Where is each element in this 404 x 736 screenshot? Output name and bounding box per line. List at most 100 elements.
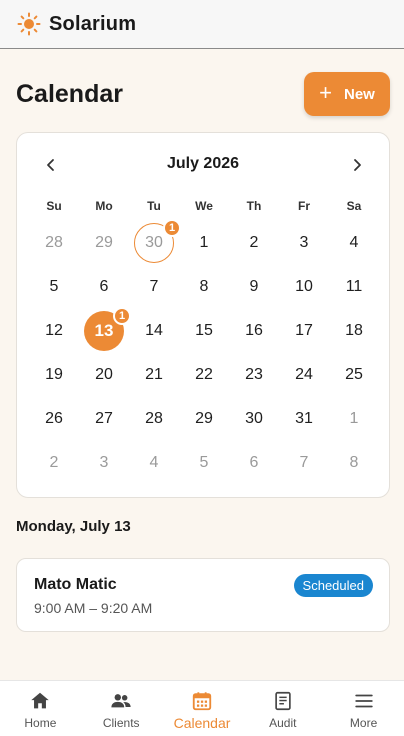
day-number: 4	[349, 234, 359, 251]
calendar-day[interactable]: 2	[29, 441, 79, 485]
nav-more[interactable]: More	[323, 681, 404, 736]
nav-home[interactable]: Home	[0, 681, 81, 736]
calendar-day[interactable]: 14	[129, 309, 179, 353]
calendar-day[interactable]: 5	[29, 265, 79, 309]
day-number: 2	[49, 454, 59, 471]
month-title: July 2026	[166, 155, 240, 172]
calendar-day-selected[interactable]: 13 1	[79, 307, 131, 353]
calendar-day[interactable]: 20	[79, 353, 129, 397]
calendar-day[interactable]: 24	[279, 353, 329, 397]
nav-label: Clients	[102, 716, 140, 730]
day-number: 3	[99, 454, 109, 471]
day-number: 3	[299, 234, 309, 251]
selected-date-heading: Monday, July 13	[16, 518, 131, 535]
calendar-day[interactable]: 12	[29, 309, 79, 353]
nav-clients[interactable]: Clients	[81, 681, 162, 736]
new-appointment-button[interactable]: + New	[304, 72, 390, 116]
day-number: 1	[349, 410, 359, 427]
app-bar: Solarium	[0, 0, 404, 49]
people-icon	[111, 694, 131, 708]
calendar-day[interactable]: 29	[179, 397, 229, 441]
calendar-day[interactable]: 26	[29, 397, 79, 441]
calendar-header: July 2026	[17, 133, 389, 199]
calendar-day[interactable]: 3	[79, 441, 129, 485]
nav-label: Audit	[269, 716, 297, 730]
calendar-day[interactable]: 31	[279, 397, 329, 441]
day-of-week-label: Su	[46, 199, 62, 213]
calendar-day[interactable]: 22	[179, 353, 229, 397]
day-number: 4	[149, 454, 159, 471]
calendar-day[interactable]: 1	[329, 397, 379, 441]
day-number: 23	[245, 366, 263, 383]
calendar-day[interactable]: 6	[229, 441, 279, 485]
calendar-day[interactable]: 30	[229, 397, 279, 441]
calendar-day[interactable]: 16	[229, 309, 279, 353]
day-number: 9	[249, 278, 259, 295]
status-badge: Scheduled	[293, 574, 373, 597]
calendar-day[interactable]: 23	[229, 353, 279, 397]
calendar-day[interactable]: 1	[179, 221, 229, 265]
calendar-day[interactable]: 25	[329, 353, 379, 397]
new-button-label: New	[344, 85, 375, 103]
day-number: 29	[195, 410, 213, 427]
next-month-button[interactable]	[345, 153, 369, 177]
day-number: 6	[99, 278, 109, 295]
menu-icon	[354, 694, 373, 708]
day-number: 30	[245, 410, 263, 427]
day-number: 26	[45, 410, 63, 427]
day-of-week-label: We	[195, 199, 213, 213]
calendar-day[interactable]: 4	[329, 221, 379, 265]
day-number: 10	[295, 278, 313, 295]
appointment-card[interactable]: Mato Matic 9:00 AM – 9:20 AM Scheduled	[16, 558, 390, 632]
calendar-day[interactable]: 19	[29, 353, 79, 397]
calendar-day-today[interactable]: 30 1	[129, 219, 181, 265]
calendar-day[interactable]: 2	[229, 221, 279, 265]
day-number: 30	[145, 234, 163, 251]
nav-calendar[interactable]: Calendar	[162, 681, 243, 736]
day-number: 5	[199, 454, 209, 471]
day-number: 21	[145, 366, 163, 383]
day-number: 1	[199, 234, 209, 251]
day-of-week-row: Su Mo Tu We Th Fr Sa	[29, 199, 379, 213]
nav-audit[interactable]: Audit	[242, 681, 323, 736]
calendar-week-row: 12 13 1 14 15 16 17 18	[29, 307, 379, 353]
calendar-day[interactable]: 6	[79, 265, 129, 309]
nav-label: More	[349, 716, 378, 730]
calendar-week-row: 2 3 4 5 6 7 8	[29, 441, 379, 485]
calendar-day[interactable]: 8	[329, 441, 379, 485]
calendar-day[interactable]: 28	[129, 397, 179, 441]
nav-label: Calendar	[173, 715, 231, 731]
calendar-day[interactable]: 5	[179, 441, 229, 485]
calendar-day[interactable]: 4	[129, 441, 179, 485]
chevron-right-icon	[354, 159, 361, 171]
calendar-day[interactable]: 29	[79, 221, 129, 265]
calendar-day[interactable]: 27	[79, 397, 129, 441]
calendar-day[interactable]: 7	[129, 265, 179, 309]
calendar-day[interactable]: 3	[279, 221, 329, 265]
calendar-day[interactable]: 18	[329, 309, 379, 353]
day-number: 12	[45, 322, 63, 339]
calendar-day[interactable]: 21	[129, 353, 179, 397]
calendar-day[interactable]: 10	[279, 265, 329, 309]
home-icon	[31, 692, 50, 709]
day-number: 7	[299, 454, 309, 471]
day-number: 28	[145, 410, 163, 427]
day-number: 20	[95, 366, 113, 383]
calendar-day[interactable]: 9	[229, 265, 279, 309]
calendar-day[interactable]: 28	[29, 221, 79, 265]
day-number: 19	[45, 366, 63, 383]
day-number: 29	[95, 234, 113, 251]
calendar-day[interactable]: 8	[179, 265, 229, 309]
day-number: 18	[345, 322, 363, 339]
calendar-day[interactable]: 11	[329, 265, 379, 309]
day-number: 28	[45, 234, 63, 251]
day-number: 22	[195, 366, 213, 383]
sun-icon	[17, 12, 41, 36]
calendar-day[interactable]: 15	[179, 309, 229, 353]
day-number: 25	[345, 366, 363, 383]
day-number: 11	[345, 278, 363, 295]
day-number: 16	[245, 322, 263, 339]
calendar-day[interactable]: 7	[279, 441, 329, 485]
calendar-day[interactable]: 17	[279, 309, 329, 353]
calendar-icon	[192, 692, 212, 711]
